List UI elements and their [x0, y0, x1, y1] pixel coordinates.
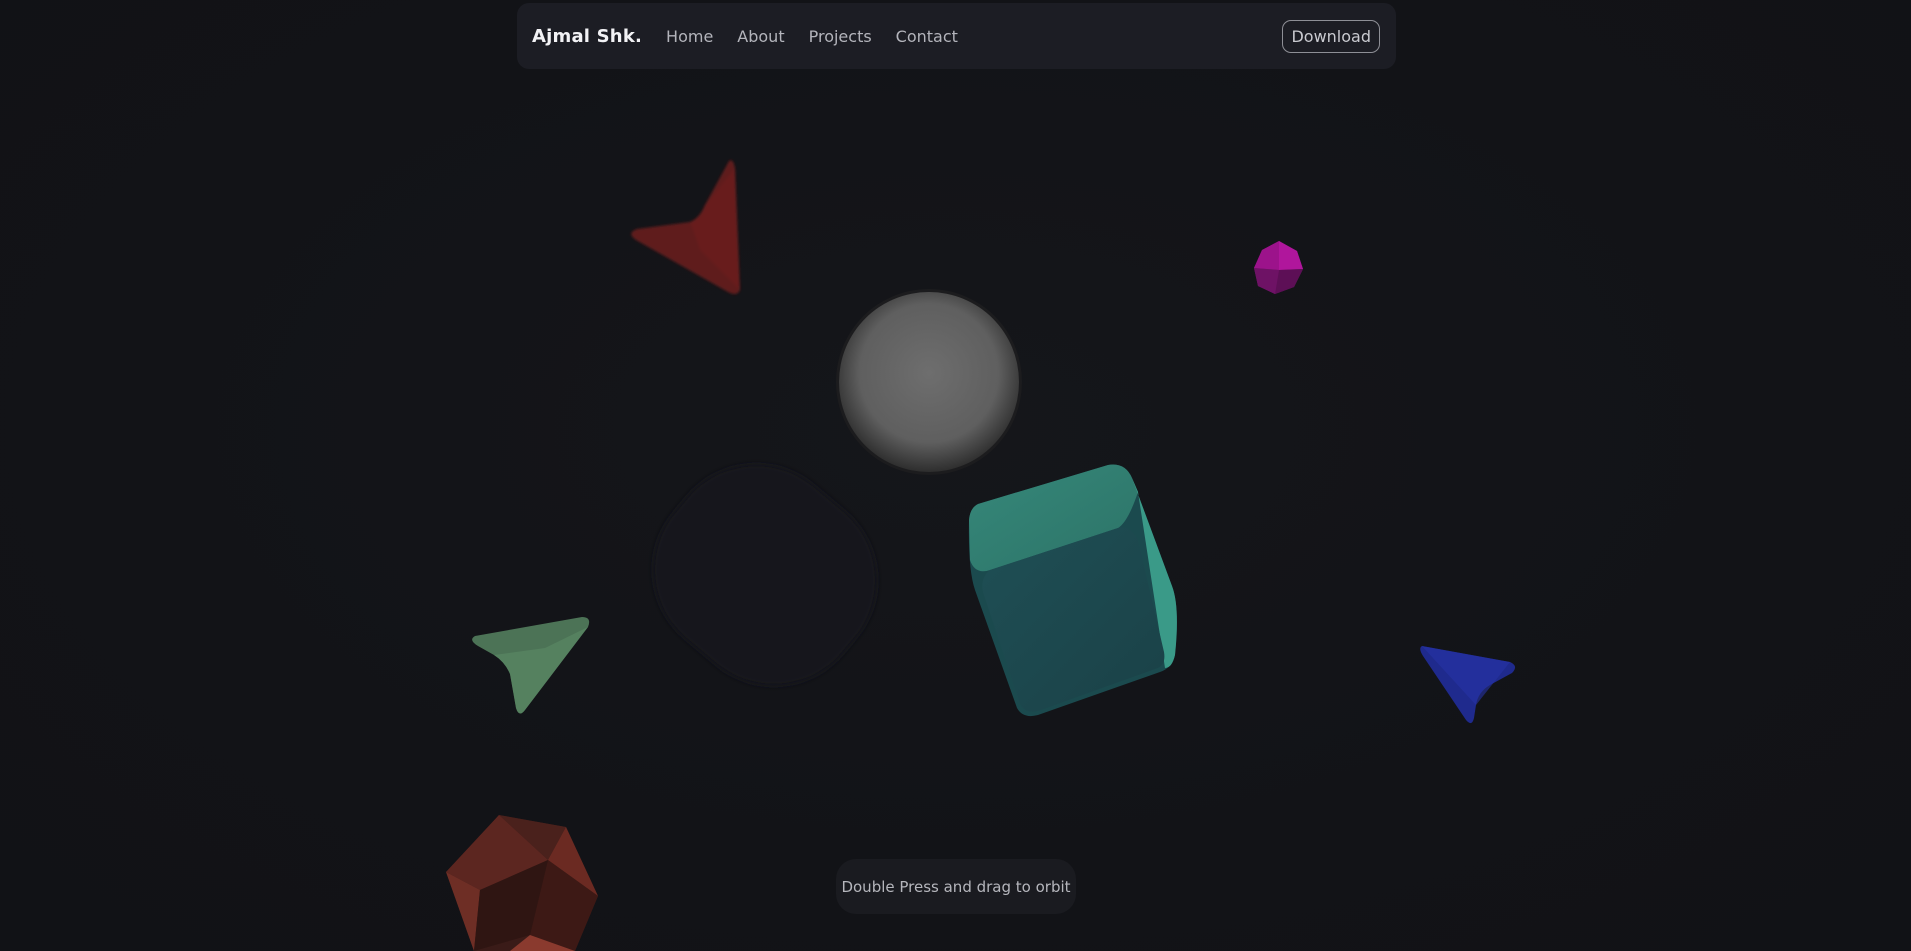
dark-cylinder-shape[interactable] — [616, 428, 913, 723]
nav-link-about[interactable]: About — [737, 27, 784, 46]
orbit-hint-text: Double Press and drag to orbit — [841, 877, 1071, 896]
teal-cube-shape[interactable] — [968, 464, 1177, 717]
green-cone-shape[interactable] — [472, 617, 590, 714]
nav-link-contact[interactable]: Contact — [896, 27, 958, 46]
orbit-hint: Double Press and drag to orbit — [836, 859, 1076, 914]
gray-sphere-shape[interactable] — [836, 289, 1022, 475]
magenta-octahedron-shape[interactable] — [1254, 241, 1303, 294]
top-navbar: Ajmal Shk. Home About Projects Contact D… — [517, 3, 1396, 69]
red-cone-shape[interactable] — [631, 160, 740, 295]
nav-links: Home About Projects Contact — [666, 27, 958, 46]
hero-canvas[interactable]: Ajmal Shk. Home About Projects Contact D… — [0, 0, 1911, 951]
scene-shapes[interactable] — [0, 0, 1911, 951]
nav-link-home[interactable]: Home — [666, 27, 713, 46]
red-icosahedron-shape[interactable] — [446, 815, 598, 951]
brand-logo[interactable]: Ajmal Shk. — [532, 26, 642, 47]
nav-link-projects[interactable]: Projects — [809, 27, 872, 46]
blue-cone-shape[interactable] — [1420, 646, 1516, 724]
download-button[interactable]: Download — [1282, 19, 1380, 53]
